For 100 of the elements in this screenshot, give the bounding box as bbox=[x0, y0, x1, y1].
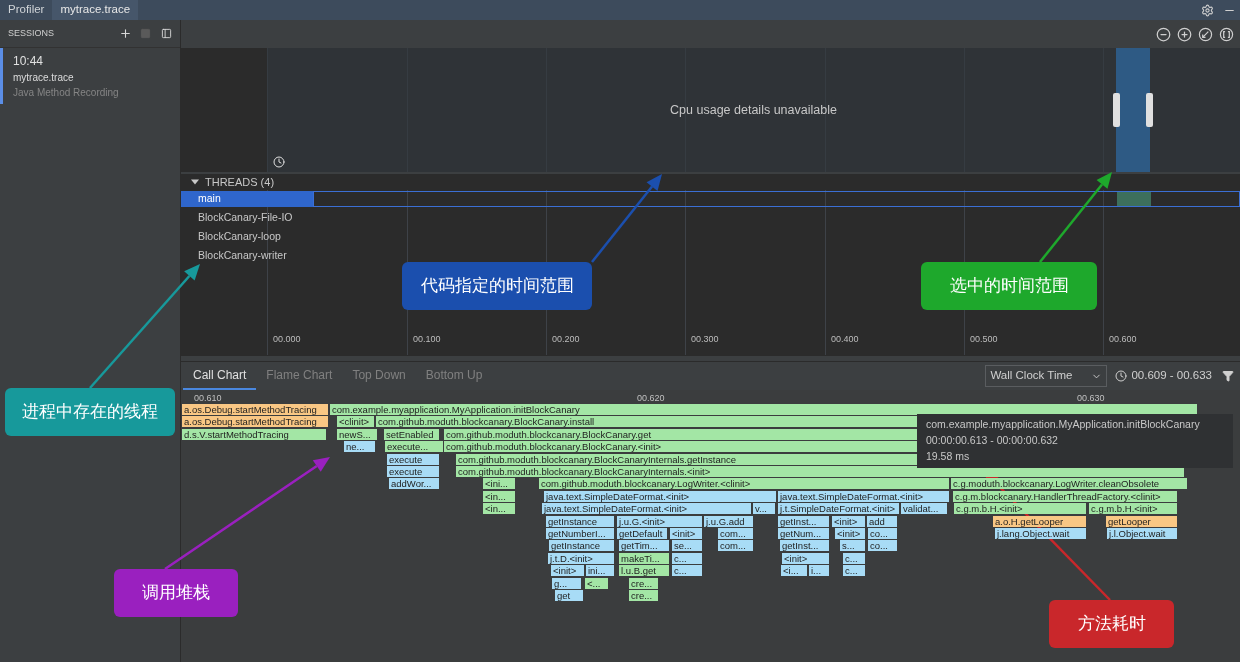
zoom-out-icon[interactable] bbox=[1156, 26, 1171, 42]
method-block[interactable]: newS... bbox=[337, 428, 377, 440]
method-block[interactable]: d.s.V.startMethodTracing bbox=[182, 428, 326, 440]
method-block[interactable]: j.u.G.add bbox=[704, 515, 753, 527]
method-block[interactable]: co... bbox=[868, 540, 897, 552]
panel-icon[interactable] bbox=[161, 28, 172, 39]
method-block[interactable]: se... bbox=[672, 540, 702, 552]
method-block[interactable]: validat... bbox=[901, 503, 947, 515]
method-block[interactable]: getLooper bbox=[1106, 515, 1177, 527]
callout-label: 选中的时间范围 bbox=[921, 262, 1097, 310]
reset-zoom-icon[interactable] bbox=[1198, 26, 1213, 42]
method-block[interactable]: getInstance bbox=[546, 515, 614, 527]
zoom-in-icon[interactable] bbox=[1177, 26, 1192, 42]
axis-label: 00.300 bbox=[691, 333, 719, 346]
method-block[interactable]: c.g.m.b.H.<init> bbox=[1089, 503, 1177, 515]
method-block[interactable]: getDefault bbox=[617, 528, 667, 539]
range-handle[interactable] bbox=[1146, 93, 1153, 127]
method-block[interactable]: j.t.D.<init> bbox=[548, 552, 614, 564]
method-block[interactable]: ne... bbox=[344, 441, 375, 453]
method-block[interactable]: c... bbox=[843, 552, 865, 564]
window-tab[interactable]: Profiler bbox=[0, 0, 53, 20]
settings-icon[interactable] bbox=[1201, 3, 1214, 17]
clock-mode-dropdown[interactable]: Wall Clock Time bbox=[985, 365, 1108, 387]
method-block[interactable]: <init> bbox=[551, 565, 584, 577]
method-block[interactable]: com... bbox=[718, 528, 753, 539]
method-block[interactable]: l.u.B.get bbox=[619, 565, 669, 577]
method-block[interactable]: s... bbox=[840, 540, 865, 552]
method-block[interactable]: cre... bbox=[629, 590, 658, 601]
method-block[interactable]: j.t.SimpleDateFormat.<init> bbox=[778, 503, 899, 515]
method-block[interactable]: getTim... bbox=[619, 540, 669, 552]
method-block[interactable]: <i... bbox=[781, 565, 807, 577]
window-tab[interactable]: mytrace.trace bbox=[52, 0, 139, 20]
method-block[interactable]: c... bbox=[672, 552, 702, 564]
method-block[interactable]: <ini... bbox=[483, 478, 515, 490]
method-block[interactable]: execute bbox=[387, 453, 439, 465]
method-block[interactable]: <in... bbox=[483, 490, 515, 502]
method-block[interactable]: com.github.moduth.blockcanary.LogWriter.<clinit> bbox=[539, 478, 949, 490]
method-block[interactable]: j.u.G.<init> bbox=[617, 515, 702, 527]
method-block[interactable]: java.text.SimpleDateFormat.<init> bbox=[542, 503, 751, 515]
method-block[interactable]: java.text.SimpleDateFormat.<init> bbox=[544, 490, 776, 502]
method-block[interactable]: getNum... bbox=[778, 528, 829, 539]
method-block[interactable]: add bbox=[867, 515, 897, 527]
method-block[interactable]: getNumberI... bbox=[546, 528, 614, 539]
axis-label: 00.620 bbox=[637, 392, 665, 405]
selection-range[interactable] bbox=[1116, 48, 1150, 172]
method-block[interactable]: c... bbox=[672, 565, 702, 577]
method-block[interactable]: <clinit> bbox=[337, 416, 374, 428]
method-block[interactable]: <in... bbox=[483, 503, 515, 515]
filter-icon[interactable] bbox=[1222, 370, 1234, 382]
method-block[interactable]: <init> bbox=[782, 552, 829, 564]
method-block[interactable]: get bbox=[555, 590, 583, 601]
method-block[interactable]: c... bbox=[843, 565, 865, 577]
method-block[interactable]: a.o.H.getLooper bbox=[993, 515, 1086, 527]
method-block[interactable]: getInstance bbox=[549, 540, 614, 552]
method-block[interactable]: addWor... bbox=[389, 478, 439, 490]
clock-icon[interactable] bbox=[273, 156, 285, 168]
callout-label: 方法耗时 bbox=[1049, 600, 1174, 648]
callout-label: 代码指定的时间范围 bbox=[402, 262, 592, 310]
method-block[interactable]: com.github.moduth.blockcanary.BlockCanaryInternals.<init> bbox=[456, 466, 1184, 477]
method-block[interactable]: c.g.moduth.blockcanary.LogWriter.cleanObsolete bbox=[951, 478, 1187, 490]
method-block[interactable]: a.os.Debug.startMethodTracing bbox=[182, 404, 328, 415]
method-block[interactable]: setEnabled bbox=[384, 428, 439, 440]
method-block[interactable]: com... bbox=[718, 540, 753, 552]
method-block[interactable]: a.os.Debug.startMethodTracing bbox=[182, 416, 328, 428]
method-block[interactable]: j.l.Object.wait bbox=[1107, 528, 1177, 539]
method-block[interactable]: ini... bbox=[586, 565, 614, 577]
method-block[interactable]: v... bbox=[753, 503, 775, 515]
method-block[interactable]: i... bbox=[809, 565, 829, 577]
thread-row[interactable]: BlockCanary-writer bbox=[181, 248, 313, 264]
axis-label: 00.600 bbox=[1109, 333, 1137, 346]
method-block[interactable]: getInst... bbox=[778, 515, 829, 527]
thread-row[interactable]: main bbox=[181, 191, 313, 207]
method-block[interactable]: <init> bbox=[670, 528, 702, 539]
method-block[interactable]: c.g.m.blockcanary.HandlerThreadFactory.<clinit> bbox=[953, 490, 1177, 502]
method-block[interactable]: <init> bbox=[835, 528, 865, 539]
method-block[interactable]: execute bbox=[387, 466, 439, 477]
method-block[interactable]: com.example.myapplication.MyApplication.initBlockCanary bbox=[330, 404, 1197, 415]
method-block[interactable]: getInst... bbox=[780, 540, 829, 552]
caret-icon[interactable] bbox=[191, 178, 199, 186]
axis-label: 00.500 bbox=[970, 333, 998, 346]
method-block[interactable]: g... bbox=[552, 577, 581, 589]
thread-row[interactable]: BlockCanary-File-IO bbox=[181, 210, 313, 226]
range-handle[interactable] bbox=[1113, 93, 1120, 127]
add-icon[interactable] bbox=[119, 27, 132, 40]
method-block[interactable]: <... bbox=[585, 577, 608, 589]
axis-label: 00.610 bbox=[194, 392, 222, 405]
method-block[interactable]: makeTi... bbox=[619, 552, 669, 564]
method-block[interactable]: c.g.m.b.H.<init> bbox=[954, 503, 1086, 515]
method-block[interactable]: j.lang.Object.wait bbox=[995, 528, 1086, 539]
method-block[interactable]: co... bbox=[868, 528, 897, 539]
session-name: mytrace.trace bbox=[13, 71, 75, 85]
fit-icon[interactable] bbox=[1219, 26, 1234, 42]
thread-row[interactable]: BlockCanary-loop bbox=[181, 229, 313, 245]
method-block[interactable]: java.text.SimpleDateFormat.<init> bbox=[778, 490, 949, 502]
method-block[interactable]: <init> bbox=[832, 515, 865, 527]
method-block[interactable]: execute... bbox=[385, 441, 443, 453]
method-block[interactable]: cre... bbox=[629, 577, 658, 589]
axis-label: 00.630 bbox=[1077, 392, 1105, 405]
sessions-title: SESSIONS bbox=[8, 26, 55, 40]
callout-label: 调用堆栈 bbox=[114, 569, 238, 617]
